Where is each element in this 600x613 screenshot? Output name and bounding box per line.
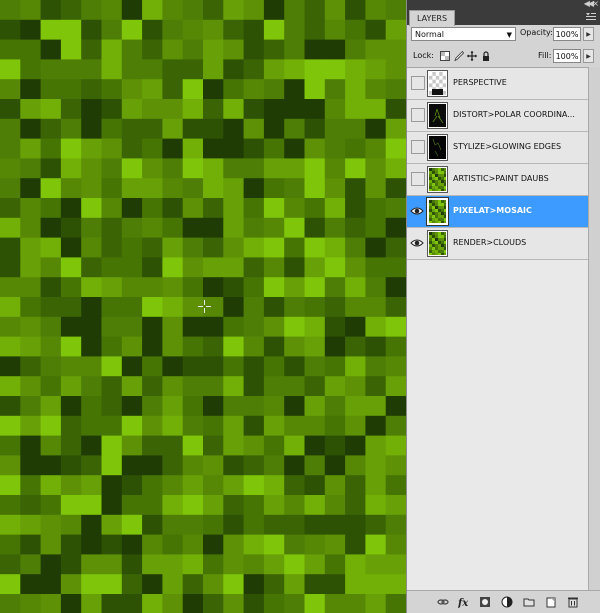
thumbnail-image [429, 72, 446, 95]
visibility-toggle[interactable] [411, 76, 425, 90]
layer-name: PERSPECTIVE [453, 78, 507, 87]
thumbnail-image [429, 200, 446, 223]
layer-row[interactable]: STYLIZE>GLOWING EDGES [407, 132, 588, 164]
blend-mode-select[interactable]: Normal ▼ [411, 27, 516, 41]
visibility-toggle[interactable] [411, 172, 425, 186]
layer-thumbnail[interactable] [427, 166, 448, 193]
layer-name: STYLIZE>GLOWING EDGES [453, 142, 562, 151]
layer-row[interactable]: PIXELAT>MOSAIC [407, 196, 588, 228]
panel-menu-icon[interactable] [586, 13, 596, 21]
blend-row: Normal ▼ Opacity: 100% ▶ [407, 27, 600, 43]
lock-all-icon[interactable] [481, 51, 491, 61]
visibility-toggle[interactable] [411, 108, 425, 122]
collapse-panel-icon[interactable]: ◀◀ [584, 0, 594, 9]
adjustment-layer-icon[interactable] [501, 596, 513, 608]
thumbnail-image [429, 232, 446, 255]
new-group-icon[interactable] [523, 596, 535, 608]
layer-thumbnail[interactable] [427, 134, 448, 161]
tab-layers[interactable]: LAYERS [409, 10, 456, 26]
opacity-label: Opacity: [520, 28, 553, 37]
thumbnail-image [429, 168, 446, 191]
svg-text:fx: fx [458, 598, 469, 608]
lock-image-icon[interactable] [454, 51, 464, 61]
lock-label: Lock: [413, 51, 434, 60]
thumbnail-image [429, 136, 446, 159]
fx-icon[interactable]: fx [458, 596, 470, 608]
chevron-down-icon: ▼ [506, 31, 512, 39]
layer-list: PERSPECTIVE DISTORT>POLAR COORDINA... STYL… [407, 67, 588, 591]
fill-input[interactable]: 100% [553, 49, 581, 63]
layer-thumbnail[interactable] [427, 230, 448, 257]
opacity-input[interactable]: 100% [553, 27, 581, 41]
visibility-toggle[interactable] [411, 140, 425, 154]
layer-row[interactable]: DISTORT>POLAR COORDINA... [407, 100, 588, 132]
panel-title-strip: ◀◀ × [407, 0, 600, 9]
layer-name: DISTORT>POLAR COORDINA... [453, 110, 575, 119]
eye-icon [410, 207, 424, 215]
close-panel-icon[interactable]: × [592, 0, 599, 9]
fill-slider-arrow-icon[interactable]: ▶ [583, 49, 594, 63]
document-canvas[interactable] [0, 0, 407, 613]
link-layers-icon[interactable] [437, 596, 449, 608]
layers-panel: ◀◀ × LAYERS Normal ▼ Opacity: 100% ▶ Loc… [407, 0, 600, 613]
layer-list-scrollbar[interactable] [588, 67, 600, 590]
layer-row[interactable]: PERSPECTIVE [407, 68, 588, 100]
add-mask-icon[interactable] [479, 596, 491, 608]
lock-row: Lock: Fill: 100% ▶ [407, 49, 600, 65]
layer-thumbnail[interactable] [426, 197, 449, 226]
eye-icon [410, 239, 424, 247]
lock-transparent-icon[interactable] [440, 51, 450, 61]
thumbnail-image [429, 104, 446, 127]
layer-thumbnail[interactable] [427, 102, 448, 129]
layer-name: RENDER>CLOUDS [453, 238, 527, 247]
layer-row[interactable]: RENDER>CLOUDS [407, 228, 588, 260]
blend-mode-value: Normal [415, 30, 444, 39]
crosshair-cursor-icon [198, 300, 211, 313]
lock-position-icon[interactable] [467, 51, 477, 61]
layer-name: PIXELAT>MOSAIC [453, 206, 532, 215]
delete-layer-icon[interactable] [567, 596, 579, 608]
panel-tab-bar: LAYERS [407, 9, 600, 26]
layer-thumbnail[interactable] [427, 70, 448, 97]
opacity-slider-arrow-icon[interactable]: ▶ [583, 27, 594, 41]
layer-name: ARTISTIC>PAINT DAUBS [453, 174, 549, 183]
panel-bottom-toolbar: fx [407, 590, 600, 613]
layer-row[interactable]: ARTISTIC>PAINT DAUBS [407, 164, 588, 196]
fill-label: Fill: [538, 51, 552, 60]
new-layer-icon[interactable] [545, 596, 557, 608]
